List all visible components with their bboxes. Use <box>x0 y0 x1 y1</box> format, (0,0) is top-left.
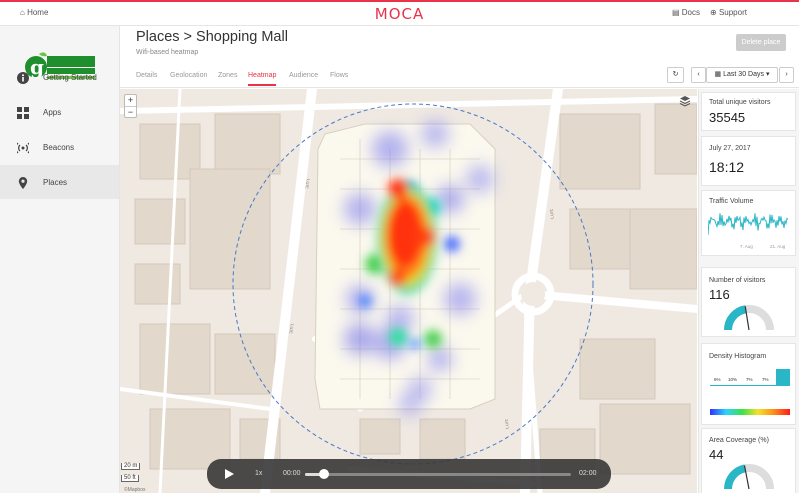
unique-visitors-value: 35545 <box>709 110 746 125</box>
tab-heatmap[interactable]: Heatmap <box>248 72 277 86</box>
tab-details[interactable]: Details <box>136 72 157 79</box>
support-link[interactable]: ⊕ Support <box>710 8 747 17</box>
chevron-right-icon: › <box>785 71 788 78</box>
traffic-volume-label: Traffic Volume <box>709 198 754 205</box>
playback-track[interactable] <box>305 469 571 479</box>
street-label: רחוב <box>548 209 555 220</box>
zoom-control: + − <box>124 94 137 118</box>
playback-speed[interactable]: 1x <box>255 470 262 477</box>
sidebar-item-label: Apps <box>43 108 62 117</box>
area-coverage-card: Area Coverage (%) 44 <box>701 428 796 493</box>
map-attribution: ©Mapbox <box>124 487 146 493</box>
current-time-display: 18:12 <box>709 159 745 175</box>
datetime-card: July 27, 2017 18:12 <box>701 136 796 186</box>
histogram-bin-label: 6% <box>714 377 721 382</box>
zoom-in-button[interactable]: + <box>125 95 136 107</box>
tab-audience[interactable]: Audience <box>289 72 318 79</box>
current-date: July 27, 2017 <box>709 145 751 152</box>
sidebar-item-label: Beacons <box>43 143 75 152</box>
page-title: Places > Shopping Mall <box>136 29 288 45</box>
zoom-out-button[interactable]: − <box>125 107 136 118</box>
caret-down-icon: ▾ <box>765 71 770 78</box>
histogram-bars: 6% 10% 7% 7% <box>710 369 790 386</box>
page-subtitle: Wifi-based heatmap <box>136 49 199 56</box>
sidebar-item-getting-started[interactable]: Getting Started <box>0 60 119 94</box>
delete-place-button[interactable]: Delete place <box>736 34 786 51</box>
area-coverage-value: 44 <box>709 447 724 462</box>
tab-zones[interactable]: Zones <box>218 72 237 79</box>
coverage-gauge <box>724 464 774 490</box>
street-label: רחוב <box>503 419 510 430</box>
end-time: 02:00 <box>579 470 597 477</box>
visitors-count-label: Number of visitors <box>709 277 766 284</box>
layers-icon[interactable] <box>679 95 691 107</box>
refresh-icon: ↻ <box>672 71 679 78</box>
next-range-button[interactable]: › <box>779 67 794 83</box>
sidebar-item-label: Places <box>43 178 68 187</box>
traffic-tick-1: 7. Aug <box>740 244 753 249</box>
map-pin-icon <box>18 177 28 189</box>
traffic-tick-2: 21. Aug <box>770 244 786 249</box>
calendar-icon: ▦ <box>714 71 722 78</box>
density-color-scale <box>710 409 790 415</box>
scale-meters: 20 m <box>121 463 141 470</box>
info-icon <box>17 72 29 84</box>
histogram-bin-label: 10% <box>728 377 738 382</box>
density-histogram-label: Density Histogram <box>709 353 767 360</box>
sidebar-item-label: Getting Started <box>43 73 97 82</box>
unique-visitors-label: Total unique visitors <box>709 99 771 106</box>
street-label: רחוב <box>304 178 312 189</box>
playback-knob[interactable] <box>318 469 329 479</box>
current-time: 00:00 <box>283 470 301 477</box>
playback-bar: 1x 00:00 02:00 <box>207 459 611 489</box>
density-histogram-card: Density Histogram 6% 10% 7% 7% <box>701 343 796 425</box>
play-icon[interactable] <box>225 469 234 479</box>
sidebar-item-beacons[interactable]: Beacons <box>0 130 119 164</box>
sidebar: g Getting Started Apps Beacons Places <box>0 26 120 493</box>
tab-geolocation[interactable]: Geolocation <box>170 72 207 79</box>
date-range-label: Last 30 Days <box>723 71 764 78</box>
tab-flows[interactable]: Flows <box>330 72 348 79</box>
sidebar-item-apps[interactable]: Apps <box>0 95 119 129</box>
visitors-count-card: Number of visitors 116 <box>701 267 796 337</box>
sidebar-item-places[interactable]: Places <box>0 165 119 199</box>
heatmap-map[interactable]: רחוב רחוב רחוב רחוב <box>120 89 697 493</box>
visitors-count-value: 116 <box>709 287 730 302</box>
histogram-bar <box>776 369 790 386</box>
area-coverage-label: Area Coverage (%) <box>709 437 769 444</box>
top-bar: ⌂ Home MOCA ▤ Docs ⊕ Support <box>0 0 799 26</box>
histogram-bin-label: 7% <box>762 377 769 382</box>
docs-label: Docs <box>681 8 701 17</box>
support-label: Support <box>718 8 747 17</box>
refresh-button[interactable]: ↻ <box>667 67 684 83</box>
unique-visitors-card: Total unique visitors 35545 <box>701 92 796 131</box>
street-label: רחוב <box>288 323 296 334</box>
prev-range-button[interactable]: ‹ <box>691 67 706 83</box>
broadcast-icon <box>17 142 29 154</box>
docs-link[interactable]: ▤ Docs <box>672 8 700 17</box>
visitors-gauge <box>724 305 774 331</box>
scale-feet: 50 ft <box>121 475 139 482</box>
traffic-volume-card: Traffic Volume 7. Aug 21. Aug <box>701 190 796 256</box>
map-canvas: רחוב רחוב רחוב רחוב <box>120 89 697 493</box>
histogram-bin-label: 7% <box>746 377 753 382</box>
grid-icon <box>17 107 29 119</box>
traffic-sparkline <box>708 213 789 236</box>
date-range-select[interactable]: ▦ Last 30 Days ▾ <box>706 67 778 83</box>
chevron-left-icon: ‹ <box>697 71 700 78</box>
